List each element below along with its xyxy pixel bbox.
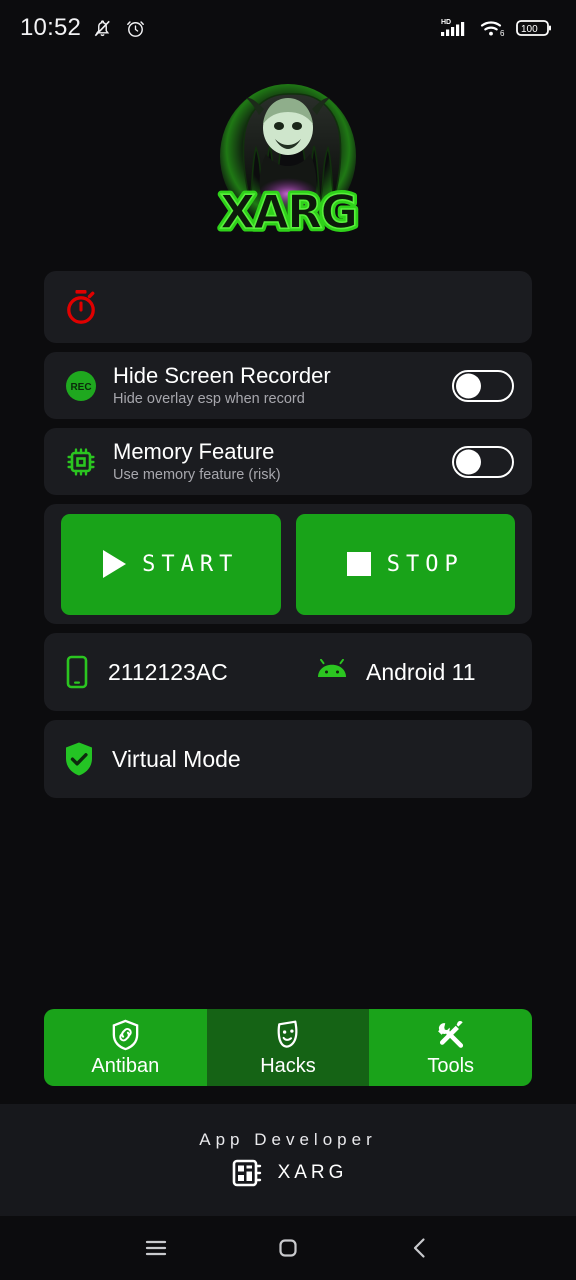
logo-wordmark: XARG xyxy=(220,185,356,239)
shield-link-icon xyxy=(109,1018,142,1051)
device-os-text: Android 11 xyxy=(366,658,476,685)
start-button-label: START xyxy=(142,551,239,577)
play-icon xyxy=(103,550,127,578)
svg-text:REC: REC xyxy=(70,382,91,393)
switch-knob xyxy=(456,449,481,474)
android-icon xyxy=(315,659,349,685)
tab-antiban[interactable]: Antiban xyxy=(44,1009,207,1086)
toggle-row-memory-feature[interactable]: Memory Feature Use memory feature (risk) xyxy=(44,428,532,495)
app-screen: 10:52 HD 6 100 XARG XARG REC Hide Screen… xyxy=(0,0,576,1280)
memory-chip-icon xyxy=(63,445,99,479)
device-os-cell: Android 11 xyxy=(315,659,476,686)
switch-knob xyxy=(456,373,481,398)
status-bar-right: HD 6 100 xyxy=(440,16,554,40)
stopwatch-icon xyxy=(63,288,99,326)
virtual-mode-label: Virtual Mode xyxy=(112,745,241,772)
toggle-subtitle: Hide overlay esp when record xyxy=(113,390,305,407)
footer: App Developer XARG xyxy=(0,1104,576,1216)
battery-icon: 100 xyxy=(516,17,554,39)
device-info-card: 2112123AC Android 11 xyxy=(44,633,532,711)
stop-button-label: STOP xyxy=(386,551,464,577)
shield-check-icon xyxy=(63,741,95,777)
status-bar-left: 10:52 xyxy=(20,14,147,42)
back-chevron-icon[interactable] xyxy=(392,1220,448,1276)
wrench-screwdriver-icon xyxy=(434,1018,467,1051)
footer-developer: XARG xyxy=(229,1155,348,1191)
status-bar: 10:52 HD 6 100 xyxy=(0,0,576,56)
tab-tools[interactable]: Tools xyxy=(369,1009,532,1086)
logo-area: XARG XARG xyxy=(0,56,576,271)
android-navigation-bar xyxy=(0,1216,576,1280)
status-bar-clock: 10:52 xyxy=(20,14,82,41)
menu-icon[interactable] xyxy=(128,1220,184,1276)
alarm-clock-icon xyxy=(124,17,147,40)
toggle-row-hide-screen-recorder[interactable]: REC Hide Screen Recorder Hide overlay es… xyxy=(44,352,532,419)
battery-level-text: 100 xyxy=(521,24,538,35)
stop-icon xyxy=(346,552,371,576)
footer-developer-name: XARG xyxy=(277,1161,348,1183)
rec-icon: REC xyxy=(63,369,99,403)
xarg-logo: XARG XARG xyxy=(203,76,373,251)
toggle-title: Hide Screen Recorder xyxy=(113,362,331,388)
stop-button[interactable]: STOP xyxy=(295,513,515,615)
timer-card xyxy=(44,271,532,343)
device-model-cell: 2112123AC xyxy=(63,655,315,689)
bell-muted-icon xyxy=(91,17,114,40)
main-content: XARG XARG REC Hide Screen Recorder Hide … xyxy=(0,56,576,1216)
hide-screen-recorder-switch[interactable] xyxy=(452,369,514,402)
tab-antiban-label: Antiban xyxy=(91,1054,160,1077)
device-model-text: 2112123AC xyxy=(108,658,228,685)
toggle-subtitle: Use memory feature (risk) xyxy=(113,466,281,483)
home-square-icon[interactable] xyxy=(260,1220,316,1276)
action-buttons-card: START STOP xyxy=(44,504,532,624)
footer-title: App Developer xyxy=(199,1129,377,1149)
theater-mask-icon xyxy=(272,1018,305,1051)
toggle-title: Memory Feature xyxy=(113,438,275,464)
memory-feature-switch[interactable] xyxy=(452,445,514,478)
virtual-mode-card: Virtual Mode xyxy=(44,720,532,798)
svg-text:HD: HD xyxy=(441,19,451,26)
tab-tools-label: Tools xyxy=(427,1054,475,1077)
start-button[interactable]: START xyxy=(61,513,281,615)
chip-icon xyxy=(229,1155,265,1191)
phone-icon xyxy=(63,655,91,689)
tab-hacks[interactable]: Hacks xyxy=(206,1009,370,1086)
bottom-tab-bar: Antiban Hacks Tools xyxy=(44,1009,532,1086)
svg-text:6: 6 xyxy=(500,29,505,38)
wifi-6-icon: 6 xyxy=(479,16,507,40)
tab-hacks-label: Hacks xyxy=(260,1054,316,1077)
hd-signal-icon: HD xyxy=(440,16,470,40)
